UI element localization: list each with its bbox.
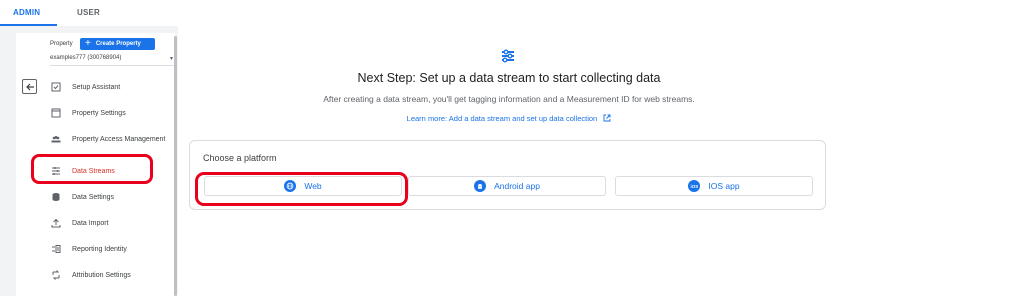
property-selector-value: examples777 (300768904) bbox=[50, 55, 122, 61]
property-selector[interactable]: examples777 (300768904) ▾ bbox=[50, 55, 174, 66]
plus-icon: + bbox=[85, 38, 91, 49]
web-platform-label: Web bbox=[304, 181, 322, 191]
android-platform-label: Android app bbox=[494, 181, 540, 191]
sidebar-item-data-settings[interactable]: Data Settings bbox=[50, 191, 174, 203]
sidebar-item-label: Property Settings bbox=[72, 109, 126, 117]
globe-icon bbox=[284, 180, 297, 192]
sidebar-item-label: Data Settings bbox=[72, 193, 115, 201]
sidebar-scrollbar[interactable] bbox=[174, 36, 177, 296]
android-icon bbox=[474, 180, 487, 192]
sidebar-item-property-access-management[interactable]: Property Access Management bbox=[50, 133, 174, 145]
upload-icon bbox=[50, 217, 62, 229]
sidebar-item-label: Reporting Identity bbox=[72, 245, 127, 253]
admin-user-tabs: ADMIN USER bbox=[0, 0, 840, 26]
choose-platform-title: Choose a platform bbox=[203, 153, 277, 163]
checkbox-icon bbox=[50, 81, 62, 93]
tab-admin[interactable]: ADMIN bbox=[13, 8, 40, 17]
sidebar-item-label: Attribution Settings bbox=[72, 271, 131, 279]
create-property-button[interactable]: + Create Property bbox=[80, 38, 155, 50]
sidebar-item-data-streams[interactable]: Data Streams bbox=[50, 165, 174, 177]
choose-platform-card: Choose a platform Web Android app iOS IO… bbox=[189, 140, 826, 210]
sidebar-item-label: Data Import bbox=[72, 219, 109, 227]
ios-platform-label: IOS app bbox=[708, 181, 740, 191]
external-link-icon bbox=[603, 114, 611, 122]
learn-more-link[interactable]: Learn more: Add a data stream and set up… bbox=[178, 114, 840, 123]
sidebar-item-label: Data Streams bbox=[72, 167, 115, 175]
page-headline: Next Step: Set up a data stream to start… bbox=[357, 71, 661, 85]
admin-sidebar: Property + Create Property examples777 (… bbox=[16, 33, 175, 296]
ios-icon: iOS bbox=[688, 180, 701, 192]
page-subline: After creating a data stream, you'll get… bbox=[323, 94, 695, 104]
create-property-label: Create Property bbox=[95, 41, 141, 47]
property-icon bbox=[50, 107, 62, 119]
property-label: Property bbox=[50, 41, 73, 47]
tab-user[interactable]: USER bbox=[77, 8, 100, 17]
sidebar-item-setup-assistant[interactable]: Setup Assistant bbox=[50, 81, 174, 93]
sidebar-item-property-settings[interactable]: Property Settings bbox=[50, 107, 174, 119]
ios-platform-button[interactable]: iOS IOS app bbox=[615, 176, 813, 196]
sidebar-item-attribution-settings[interactable]: Attribution Settings bbox=[50, 269, 174, 281]
attribution-icon bbox=[50, 269, 62, 281]
arrow-left-icon bbox=[25, 83, 34, 90]
sidebar-item-label: Setup Assistant bbox=[72, 83, 121, 91]
sidebar-item-data-import[interactable]: Data Import bbox=[50, 217, 174, 229]
database-icon bbox=[50, 191, 62, 203]
dropdown-arrow-icon: ▾ bbox=[169, 56, 173, 62]
people-icon bbox=[50, 133, 62, 145]
sidebar-item-reporting-identity[interactable]: Reporting Identity bbox=[50, 243, 174, 255]
data-streams-icon bbox=[50, 165, 62, 177]
web-platform-button[interactable]: Web bbox=[204, 176, 402, 196]
back-button[interactable] bbox=[22, 79, 37, 94]
reporting-identity-icon bbox=[50, 243, 62, 255]
main-panel: Next Step: Set up a data stream to start… bbox=[178, 26, 840, 296]
android-platform-button[interactable]: Android app bbox=[408, 176, 606, 196]
sidebar-item-label: Property Access Management bbox=[72, 135, 166, 143]
learn-more-label: Learn more: Add a data stream and set up… bbox=[406, 114, 598, 123]
data-streams-icon bbox=[502, 49, 514, 63]
